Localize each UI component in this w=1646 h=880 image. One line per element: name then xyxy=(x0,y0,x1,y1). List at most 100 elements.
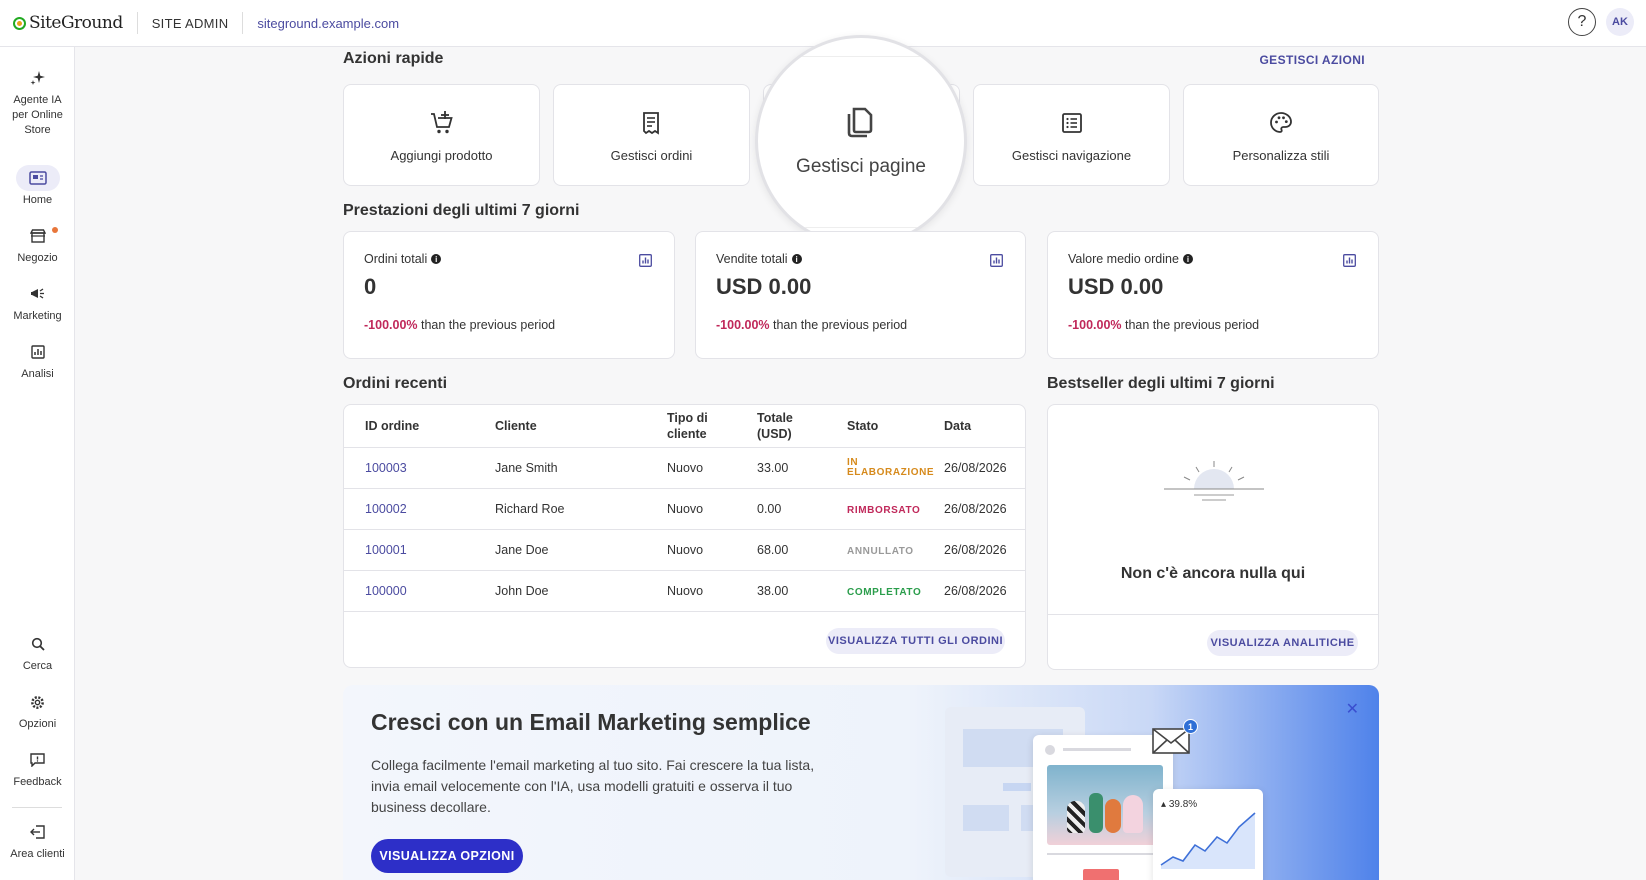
table-cell: 100002 xyxy=(344,488,474,530)
sidebar-item-label: Home xyxy=(22,194,53,206)
quick-actions-title: Azioni rapide xyxy=(343,50,444,67)
kpi-change-pct: -100.00% xyxy=(716,318,770,332)
customer-type-cell: Nuovo xyxy=(667,542,704,557)
help-icon: ? xyxy=(1577,13,1587,30)
kpi-card-total-orders: Ordini totali i 0 -100.00% than the previ… xyxy=(343,231,675,359)
sidebar-item-feedback[interactable]: Feedback xyxy=(0,747,75,790)
kpi-change-pct: -100.00% xyxy=(1068,318,1122,332)
status-badge: ANNULLATO xyxy=(847,545,914,557)
order-id-link[interactable]: 100001 xyxy=(365,543,407,557)
home-icon xyxy=(15,165,60,191)
table-cell: Nuovo xyxy=(646,529,736,571)
customer-cell: John Doe xyxy=(495,583,549,598)
status-badge: COMPLETATO xyxy=(847,586,922,598)
table-cell: 68.00 xyxy=(736,529,826,571)
vase-shape xyxy=(1067,801,1085,833)
sidebar-item-ai-agent[interactable]: Agente IA per Online Store xyxy=(0,65,75,138)
kpi-value: USD 0.00 xyxy=(1068,274,1164,299)
site-admin-label: SITE ADMIN xyxy=(151,15,229,31)
table-row[interactable]: 100002 Richard Roe Nuovo 0.00 RIMBORSATO 26/0… xyxy=(344,488,1025,530)
table-cell: 0.00 xyxy=(736,488,826,530)
performance-title: Prestazioni degli ultimi 7 giorni xyxy=(343,202,580,219)
date-cell: 26/08/2026 xyxy=(944,583,1007,598)
column-header[interactable]: ID ordine xyxy=(344,405,474,448)
kpi-change: -100.00% than the previous period xyxy=(716,318,1005,332)
kpi-change-suffix: than the previous period xyxy=(1125,318,1260,332)
chart-icon[interactable] xyxy=(639,254,652,272)
column-header[interactable]: Stato xyxy=(826,405,923,448)
table-row[interactable]: 100003 Jane Smith Nuovo 33.00 IN ELABORAZION… xyxy=(344,447,1025,489)
feedback-icon xyxy=(16,747,60,773)
sidebar: Agente IA per Online Store Home Negozio … xyxy=(0,47,75,880)
view-analytics-button[interactable]: VISUALIZZA ANALITICHE xyxy=(1207,630,1358,656)
sidebar-item-analytics[interactable]: Analisi xyxy=(0,339,75,382)
kpi-change: -100.00% than the previous period xyxy=(1068,318,1358,332)
info-icon[interactable]: i xyxy=(431,254,442,264)
kpi-label: Valore medio ordine i xyxy=(1068,252,1358,266)
kpi-label: Vendite totali i xyxy=(716,252,1005,266)
column-header[interactable]: Tipo di cliente xyxy=(646,405,736,448)
quick-action-manage-orders[interactable]: Gestisci ordini xyxy=(553,84,750,186)
help-button[interactable]: ? xyxy=(1568,8,1596,36)
kpi-label: Ordini totali i xyxy=(364,252,654,266)
quick-action-label: Gestisci pagine xyxy=(796,155,926,177)
view-all-orders-button[interactable]: VISUALIZZA TUTTI GLI ORDINI xyxy=(826,628,1005,654)
column-header[interactable]: Cliente xyxy=(474,405,646,448)
bestseller-title: Bestseller degli ultimi 7 giorni xyxy=(1047,375,1275,392)
customer-type-cell: Nuovo xyxy=(667,501,704,516)
quick-action-customize-styles[interactable]: Personalizza stili xyxy=(1183,84,1379,186)
quick-action-manage-navigation[interactable]: Gestisci navigazione xyxy=(973,84,1170,186)
info-icon[interactable]: i xyxy=(1182,254,1193,264)
customer-cell: Richard Roe xyxy=(495,501,565,516)
view-options-button[interactable]: VISUALIZZA OPZIONI xyxy=(371,839,523,873)
chart-icon[interactable] xyxy=(1343,254,1356,272)
sidebar-item-marketing[interactable]: Marketing xyxy=(0,281,75,324)
chart-icon[interactable] xyxy=(990,254,1003,272)
avatar[interactable]: AK xyxy=(1606,8,1634,36)
siteground-logo[interactable]: SiteGround xyxy=(13,13,123,33)
order-id-link[interactable]: 100003 xyxy=(365,461,407,475)
mockup-button xyxy=(1083,869,1119,880)
divider xyxy=(12,807,62,808)
column-header[interactable]: Totale (USD) xyxy=(736,405,826,448)
table-cell: RIMBORSATO xyxy=(826,488,923,530)
sidebar-item-store[interactable]: Negozio xyxy=(0,223,75,266)
mockup-block xyxy=(1003,783,1031,791)
customer-cell: Jane Doe xyxy=(495,542,549,557)
sidebar-item-home[interactable]: Home xyxy=(0,165,75,208)
sidebar-item-search[interactable]: Cerca xyxy=(0,631,75,674)
sidebar-item-client-area[interactable]: Area clienti xyxy=(0,819,75,862)
kpi-label-text: Ordini totali xyxy=(364,252,428,266)
table-row[interactable]: 100000 John Doe Nuovo 38.00 COMPLETATO 26/08/… xyxy=(344,570,1025,612)
orders-table: ID ordine Cliente Tipo di cliente Totale… xyxy=(344,405,1025,612)
table-cell: 26/08/2026 xyxy=(923,488,1025,530)
kpi-label-text: Vendite totali xyxy=(716,252,788,266)
site-url-link[interactable]: siteground.example.com xyxy=(257,16,399,31)
kpi-change-suffix: than the previous period xyxy=(421,318,556,332)
close-icon[interactable]: ✕ xyxy=(1346,699,1359,719)
banner-description: Collega facilmente l'email marketing al … xyxy=(371,757,815,815)
info-icon[interactable]: i xyxy=(791,254,802,264)
quick-action-add-product[interactable]: Aggiungi prodotto xyxy=(343,84,540,186)
column-header[interactable]: Data xyxy=(923,405,1025,448)
divider xyxy=(136,12,138,34)
kpi-card-total-sales: Vendite totali i USD 0.00 -100.00% than t… xyxy=(695,231,1026,359)
table-header-row: ID ordine Cliente Tipo di cliente Totale… xyxy=(344,405,1025,448)
manage-actions-link[interactable]: GESTISCI AZIONI xyxy=(1259,53,1365,67)
table-cell: 100000 xyxy=(344,570,474,612)
empty-state-text: Non c'è ancora nulla qui xyxy=(1120,565,1306,582)
divider xyxy=(1048,614,1378,615)
mockup-line xyxy=(1047,853,1163,855)
sidebar-item-options[interactable]: Opzioni xyxy=(0,689,75,732)
order-id-link[interactable]: 100000 xyxy=(365,584,407,598)
total-cell: 0.00 xyxy=(757,501,782,516)
stats-card-mockup: ▴ 39.8% xyxy=(1153,789,1263,880)
chart-icon xyxy=(16,339,60,365)
logo-text: SiteGround xyxy=(29,13,123,33)
table-row[interactable]: 100001 Jane Doe Nuovo 68.00 ANNULLATO 26/08/2… xyxy=(344,529,1025,571)
email-marketing-banner: Cresci con un Email Marketing semplice C… xyxy=(343,685,1379,880)
order-id-link[interactable]: 100002 xyxy=(365,502,407,516)
table-cell: Jane Smith xyxy=(474,447,646,489)
total-cell: 68.00 xyxy=(757,542,789,557)
quick-action-manage-pages[interactable]: Gestisci pagine xyxy=(755,35,967,247)
